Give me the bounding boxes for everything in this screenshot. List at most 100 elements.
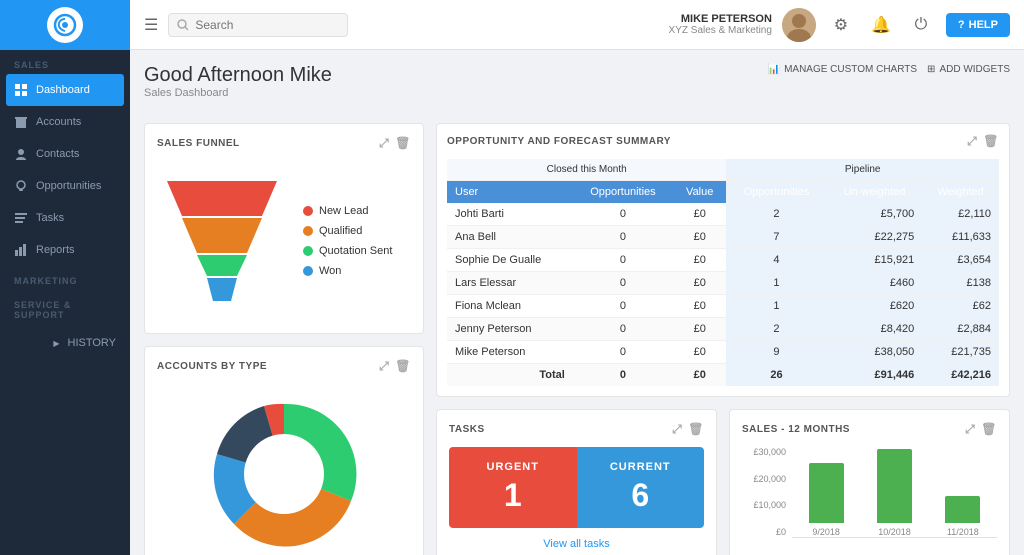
cell-closed-val: £0: [673, 249, 726, 272]
table-row: Fiona Mclean 0 £0 1 £620 £62: [447, 295, 999, 318]
bar-oct2018: [877, 449, 912, 523]
funnel-expand-icon[interactable]: ⤢: [379, 136, 389, 151]
header-actions: 📊 MANAGE CUSTOM CHARTS ⊞ ADD WIDGETS: [768, 64, 1010, 75]
tasks-expand-icon[interactable]: ⤢: [672, 422, 682, 437]
cell-closed-val: £0: [673, 226, 726, 249]
view-all-tasks-link[interactable]: View all tasks: [449, 538, 704, 550]
help-button[interactable]: ? HELP: [946, 13, 1010, 37]
sidebar-item-reports[interactable]: Reports: [0, 234, 130, 266]
accounts-expand-icon[interactable]: ⤢: [379, 359, 389, 374]
col-user: User: [447, 181, 573, 204]
sales-expand-icon[interactable]: ⤢: [965, 422, 975, 437]
grid-icon: [14, 83, 28, 97]
manage-charts-label: MANAGE CUSTOM CHARTS: [784, 64, 917, 75]
sidebar-item-opportunities-label: Opportunities: [36, 180, 101, 192]
cell-pipe-unw: £15,921: [827, 249, 923, 272]
cell-pipe-unw: £38,050: [827, 341, 923, 364]
sales-12months-card: SALES - 12 MONTHS ⤢ 🗑 £30,000 £20,000: [729, 409, 1010, 555]
cell-closed-val: £0: [673, 364, 726, 387]
table-row: Sophie De Gualle 0 £0 4 £15,921 £3,654: [447, 249, 999, 272]
topbar-right: MIKE PETERSON XYZ Sales & Marketing ⚙ 🔔 …: [669, 8, 1010, 42]
cell-pipe-unw: £91,446: [827, 364, 923, 387]
accounts-card-actions: ⤢ 🗑: [379, 359, 411, 374]
cell-user: Mike Peterson: [447, 341, 573, 364]
opportunity-table: Closed this Month Pipeline User Opportun…: [447, 159, 999, 386]
cell-pipe-w: £2,884: [922, 318, 999, 341]
cell-closed-val: £0: [673, 295, 726, 318]
bar-group-oct: 10/2018: [860, 449, 928, 537]
tasks-delete-icon[interactable]: 🗑: [688, 422, 704, 437]
accounts-delete-icon[interactable]: 🗑: [395, 359, 411, 374]
cell-user: Fiona Mclean: [447, 295, 573, 318]
search-box[interactable]: [168, 13, 348, 37]
qualified-dot: [303, 226, 313, 236]
settings-icon[interactable]: ⚙: [826, 10, 856, 40]
y-label-10k: £10,000: [742, 500, 786, 510]
hamburger-menu-icon[interactable]: ☰: [144, 15, 158, 35]
cell-pipe-opp: 7: [726, 226, 826, 249]
chevron-right-icon: ▶: [53, 339, 59, 348]
add-widgets-button[interactable]: ⊞ ADD WIDGETS: [927, 64, 1010, 75]
urgent-box[interactable]: URGENT 1: [449, 447, 577, 528]
qualified-label: Qualified: [319, 225, 362, 237]
sidebar-item-contacts-label: Contacts: [36, 148, 79, 160]
tasks-card-actions: ⤢ 🗑: [672, 422, 704, 437]
add-widgets-label: ADD WIDGETS: [939, 64, 1010, 75]
cell-closed-val: £0: [673, 318, 726, 341]
funnel-delete-icon[interactable]: 🗑: [395, 136, 411, 151]
closed-month-header: Closed this Month: [447, 159, 726, 181]
opportunity-card-actions: ⤢ 🗑: [967, 134, 999, 149]
sidebar-item-contacts[interactable]: Contacts: [0, 138, 130, 170]
search-icon: [177, 19, 189, 31]
search-input[interactable]: [195, 18, 325, 32]
cell-user: Total: [447, 364, 573, 387]
sidebar-item-reports-label: Reports: [36, 244, 75, 256]
sidebar-section-sales: SALES: [0, 50, 130, 74]
y-label-30k: £30,000: [742, 447, 786, 457]
sidebar-item-tasks[interactable]: Tasks: [0, 202, 130, 234]
logout-icon[interactable]: ⏻: [906, 10, 936, 40]
sidebar-item-accounts[interactable]: Accounts: [0, 106, 130, 138]
check-icon: [14, 211, 28, 225]
user-name: MIKE PETERSON: [669, 13, 772, 25]
cell-pipe-opp: 1: [726, 295, 826, 318]
page-subtitle: Sales Dashboard: [144, 87, 332, 99]
cell-pipe-unw: £620: [827, 295, 923, 318]
help-label: HELP: [969, 19, 998, 31]
legend-quotation-sent: Quotation Sent: [303, 245, 392, 257]
cell-pipe-unw: £22,275: [827, 226, 923, 249]
bottom-row: TASKS ⤢ 🗑 URGENT 1: [436, 409, 1010, 555]
current-box[interactable]: CURRENT 6: [577, 447, 705, 528]
urgent-label: URGENT: [463, 461, 563, 473]
opp-expand-icon[interactable]: ⤢: [967, 134, 977, 149]
bar-label-nov: 11/2018: [947, 527, 979, 537]
sidebar: SALES Dashboard Accounts Contacts Opport…: [0, 0, 130, 555]
won-label: Won: [319, 265, 341, 277]
avatar[interactable]: [782, 8, 816, 42]
left-column: SALES FUNNEL ⤢ 🗑: [144, 123, 424, 555]
content-area: Good Afternoon Mike Sales Dashboard 📊 MA…: [130, 50, 1024, 555]
notifications-icon[interactable]: 🔔: [866, 10, 896, 40]
cell-pipe-w: £2,110: [922, 203, 999, 226]
urgent-count: 1: [463, 477, 563, 514]
sales-delete-icon[interactable]: 🗑: [981, 422, 997, 437]
current-count: 6: [591, 477, 691, 514]
cell-user: Johti Barti: [447, 203, 573, 226]
table-row: Johti Barti 0 £0 2 £5,700 £2,110: [447, 203, 999, 226]
cell-user: Ana Bell: [447, 226, 573, 249]
dashboard-grid: SALES FUNNEL ⤢ 🗑: [144, 123, 1010, 555]
pipeline-header: Pipeline: [726, 159, 999, 181]
donut-chart-container: [157, 384, 411, 555]
manage-charts-button[interactable]: 📊 MANAGE CUSTOM CHARTS: [768, 64, 917, 75]
opp-delete-icon[interactable]: 🗑: [983, 134, 999, 149]
cell-closed-opp: 0: [573, 249, 673, 272]
accounts-by-type-title: ACCOUNTS BY TYPE ⤢ 🗑: [157, 359, 411, 374]
sidebar-item-history[interactable]: ▶ HISTORY: [0, 328, 130, 358]
sidebar-item-dashboard[interactable]: Dashboard: [6, 74, 124, 106]
cell-closed-opp: 0: [573, 295, 673, 318]
cell-pipe-unw: £5,700: [827, 203, 923, 226]
sidebar-item-opportunities[interactable]: Opportunities: [0, 170, 130, 202]
sales-funnel-title: SALES FUNNEL ⤢ 🗑: [157, 136, 411, 151]
help-icon: ?: [958, 19, 965, 31]
new-lead-label: New Lead: [319, 205, 369, 217]
